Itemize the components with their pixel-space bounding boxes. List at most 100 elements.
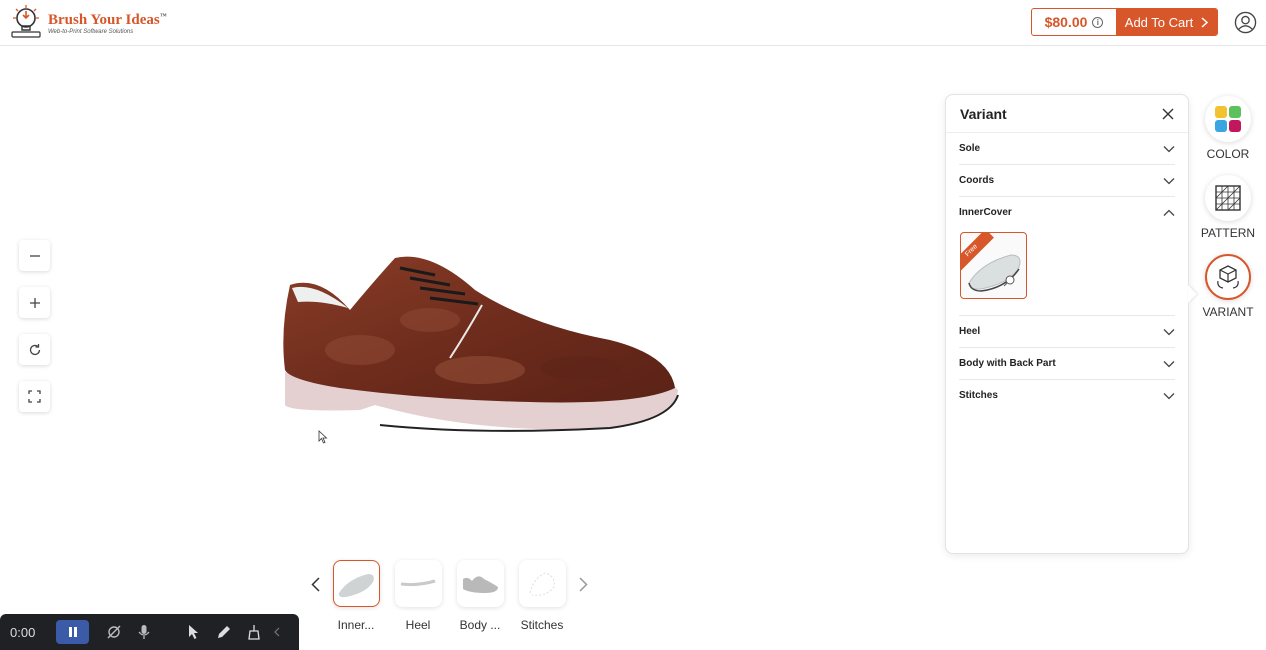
pattern-tool-button[interactable]: [1205, 175, 1251, 221]
chevron-down-icon: [1163, 360, 1175, 367]
price-display[interactable]: $80.00 i: [1032, 9, 1116, 35]
panel-header: Variant: [946, 95, 1188, 133]
broom-icon: [248, 625, 260, 640]
accordion-coords[interactable]: Coords: [959, 165, 1175, 197]
variant-tool-label: VARIANT: [1202, 305, 1254, 319]
color-tool-button[interactable]: [1205, 96, 1251, 142]
pen-tool-button[interactable]: [209, 620, 239, 644]
pause-icon: [68, 627, 77, 637]
accordion-sole[interactable]: Sole: [959, 133, 1175, 165]
zoom-in-button[interactable]: [19, 287, 50, 318]
pointer-tool-button[interactable]: [179, 620, 209, 644]
top-bar: Brush Your Ideas™ Web-to-Print Software …: [0, 0, 1266, 46]
zoom-out-button[interactable]: [19, 240, 50, 271]
refresh-icon: [29, 343, 40, 355]
eraser-tool-button[interactable]: [239, 620, 269, 644]
variant-panel: Variant Sole Coords InnerCover Free Heel…: [945, 94, 1189, 554]
pointer-icon: [189, 625, 198, 639]
chevron-left-icon: [310, 576, 320, 592]
chevron-down-icon: [1163, 177, 1175, 184]
side-toolbar: COLOR PATTERN VARIANT: [1198, 96, 1258, 333]
chevron-up-icon: [1163, 209, 1175, 216]
chevron-left-icon: [274, 627, 280, 637]
price-value: $80.00: [1044, 14, 1088, 30]
chevron-down-icon: [1163, 392, 1175, 399]
brand-tagline: Web-to-Print Software Solutions: [48, 29, 134, 35]
part-label: Stitches: [520, 618, 564, 632]
pause-recording-button[interactable]: [56, 620, 89, 644]
add-to-cart-label: Add To Cart: [1124, 14, 1194, 30]
panel-pointer: [1188, 285, 1197, 303]
user-account-icon[interactable]: [1234, 11, 1257, 34]
accordion-label: Body with Back Part: [959, 358, 1056, 369]
accordion-body-with-back-part[interactable]: Body with Back Part: [959, 348, 1175, 380]
reset-view-button[interactable]: [19, 334, 50, 365]
recording-timer: 0:00: [10, 624, 36, 640]
body-thumbnail: [463, 575, 498, 593]
viewer-toolbar: [19, 240, 50, 412]
trademark: ™: [159, 12, 167, 20]
info-icon[interactable]: i: [1092, 16, 1104, 28]
part-thumbnail[interactable]: [456, 560, 504, 607]
accordion-label: Sole: [959, 143, 981, 154]
part-thumbnail[interactable]: [394, 560, 442, 607]
camera-off-icon: [107, 625, 121, 639]
minus-icon: [29, 254, 40, 257]
fullscreen-icon: [28, 390, 41, 403]
chevron-right-icon: [578, 576, 588, 592]
color-tool[interactable]: COLOR: [1198, 96, 1258, 161]
shoe-3d-model[interactable]: [280, 250, 680, 440]
part-carousel: Inner... Heel Body ... Stitches: [305, 560, 593, 632]
pen-icon: [218, 626, 230, 638]
accordion-stitches[interactable]: Stitches: [959, 380, 1175, 411]
part-label: Inner...: [337, 618, 375, 632]
part-item-inner[interactable]: Inner...: [325, 560, 387, 632]
add-to-cart-button[interactable]: Add To Cart: [1116, 9, 1217, 35]
variant-tool[interactable]: VARIANT: [1198, 254, 1258, 319]
accordion-label: InnerCover: [959, 207, 1012, 218]
part-item-body[interactable]: Body ...: [449, 560, 511, 632]
insole-thumbnail: [338, 573, 374, 597]
price-cart-group: $80.00 i Add To Cart: [1031, 8, 1218, 36]
accordion-label: Heel: [959, 326, 981, 337]
carousel-next-button[interactable]: [573, 560, 593, 608]
pattern-tool[interactable]: PATTERN: [1198, 175, 1258, 240]
variant-tool-button[interactable]: [1205, 254, 1251, 300]
camera-off-button[interactable]: [99, 620, 129, 644]
fullscreen-button[interactable]: [19, 381, 50, 412]
pattern-grid-icon: [1215, 185, 1241, 211]
pattern-tool-label: PATTERN: [1200, 226, 1256, 240]
microphone-button[interactable]: [129, 620, 159, 644]
close-icon[interactable]: [1162, 108, 1174, 120]
variant-option-card[interactable]: Free: [960, 232, 1027, 299]
collapse-toolbar-button[interactable]: [269, 620, 285, 644]
lightbulb-logo-icon: [11, 5, 41, 38]
plus-icon: [29, 297, 40, 308]
color-tool-label: COLOR: [1206, 147, 1250, 161]
panel-title: Variant: [960, 105, 1007, 122]
brand-logo[interactable]: Brush Your Ideas™ Web-to-Print Software …: [10, 5, 167, 39]
carousel-prev-button[interactable]: [305, 560, 325, 608]
mouse-cursor-icon: [318, 430, 328, 444]
part-label: Body ...: [459, 618, 501, 632]
accordion-label: Stitches: [959, 390, 998, 401]
chevron-down-icon: [1163, 328, 1175, 335]
part-item-stitches[interactable]: Stitches: [511, 560, 573, 632]
screen-recorder-bar: 0:00: [0, 614, 299, 650]
variant-cubes-icon: [1217, 265, 1239, 289]
stitches-thumbnail: [529, 571, 555, 596]
microphone-icon: [138, 625, 150, 639]
chevron-down-icon: [1163, 145, 1175, 152]
accordion-heel[interactable]: Heel: [959, 316, 1175, 348]
accordion-innercover[interactable]: InnerCover Free: [959, 197, 1175, 316]
chevron-right-icon: [1201, 16, 1209, 28]
color-swatch-icon: [1215, 106, 1241, 132]
heel-thumbnail: [400, 579, 436, 586]
part-label: Heel: [405, 618, 431, 632]
part-thumbnail[interactable]: [332, 560, 380, 607]
part-thumbnail[interactable]: [518, 560, 566, 607]
accordion-label: Coords: [959, 175, 994, 186]
brand-name: Brush Your Ideas: [48, 12, 160, 28]
part-item-heel[interactable]: Heel: [387, 560, 449, 632]
divider: [159, 620, 179, 644]
